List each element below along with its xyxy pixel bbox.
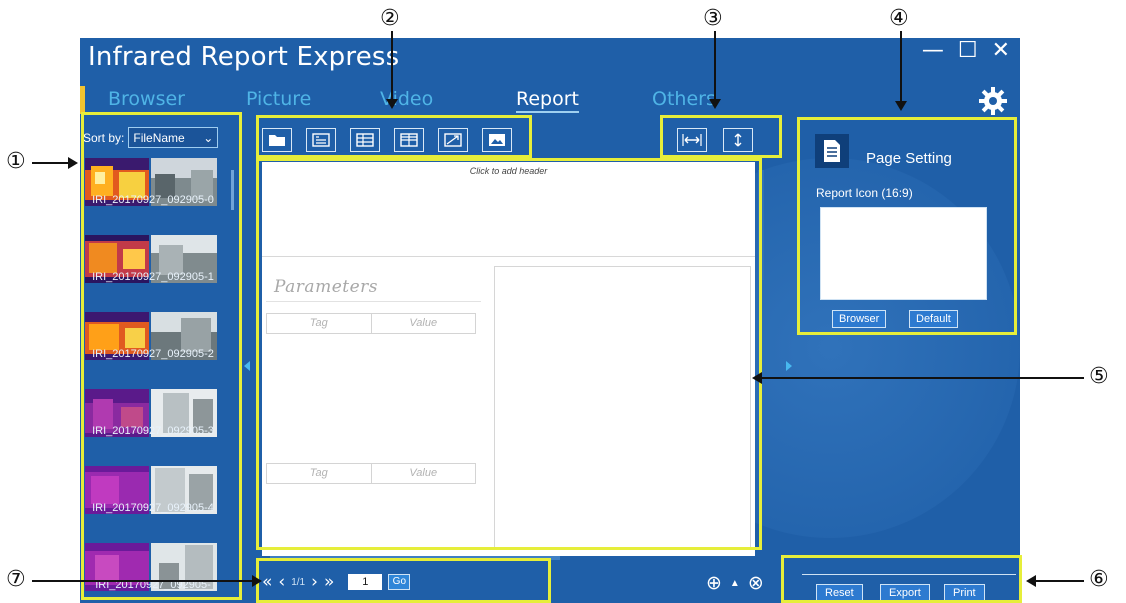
collapse-left-icon[interactable] (244, 361, 250, 371)
callout-4-arrow (895, 31, 907, 111)
close-button[interactable]: ✕ (992, 38, 1010, 63)
callout-3: ③ (703, 6, 723, 31)
highlight-page-setting (797, 117, 1017, 335)
tab-browser[interactable]: Browser (108, 88, 185, 110)
highlight-pager (256, 558, 551, 603)
callout-2: ② (380, 6, 400, 31)
figure: Infrared Report Express — ☐ ✕ Browser Pi… (0, 0, 1126, 603)
callout-1-arrow (32, 157, 78, 169)
callout-7-arrow (32, 575, 262, 587)
window-controls: — ☐ ✕ (922, 38, 1010, 63)
main-nav: Browser Picture Video Report Others (80, 88, 780, 114)
tab-others[interactable]: Others (652, 88, 716, 110)
collapse-right-icon[interactable] (786, 361, 792, 371)
zoom-out-icon[interactable]: ⊗ (748, 572, 764, 594)
highlight-actions (781, 555, 1022, 603)
maximize-button[interactable]: ☐ (958, 38, 978, 63)
callout-1: ① (6, 149, 26, 174)
minimize-button[interactable]: — (922, 38, 944, 63)
highlight-toolbar (256, 115, 532, 158)
callout-5: ⑤ (1089, 364, 1109, 389)
highlight-fit-tools (660, 115, 782, 158)
zoom-in-icon[interactable]: ⊕ (706, 572, 722, 594)
callout-3-arrow (709, 31, 721, 109)
callout-6-arrow (1026, 575, 1084, 587)
callout-5-arrow (752, 372, 1084, 384)
highlight-report-area (256, 158, 762, 550)
gear-icon[interactable] (978, 86, 1008, 116)
tab-report[interactable]: Report (516, 88, 579, 113)
tab-picture[interactable]: Picture (246, 88, 311, 110)
callout-4: ④ (889, 6, 909, 31)
app-title: Infrared Report Express (88, 42, 400, 72)
callout-6: ⑥ (1089, 567, 1109, 592)
triangle-up-icon[interactable]: ▲ (730, 578, 740, 589)
zoom-controls: ⊕ ▲ ⊗ (706, 572, 764, 594)
callout-7: ⑦ (6, 567, 26, 592)
callout-2-arrow (386, 31, 398, 109)
highlight-thumbnail-panel (81, 112, 242, 600)
